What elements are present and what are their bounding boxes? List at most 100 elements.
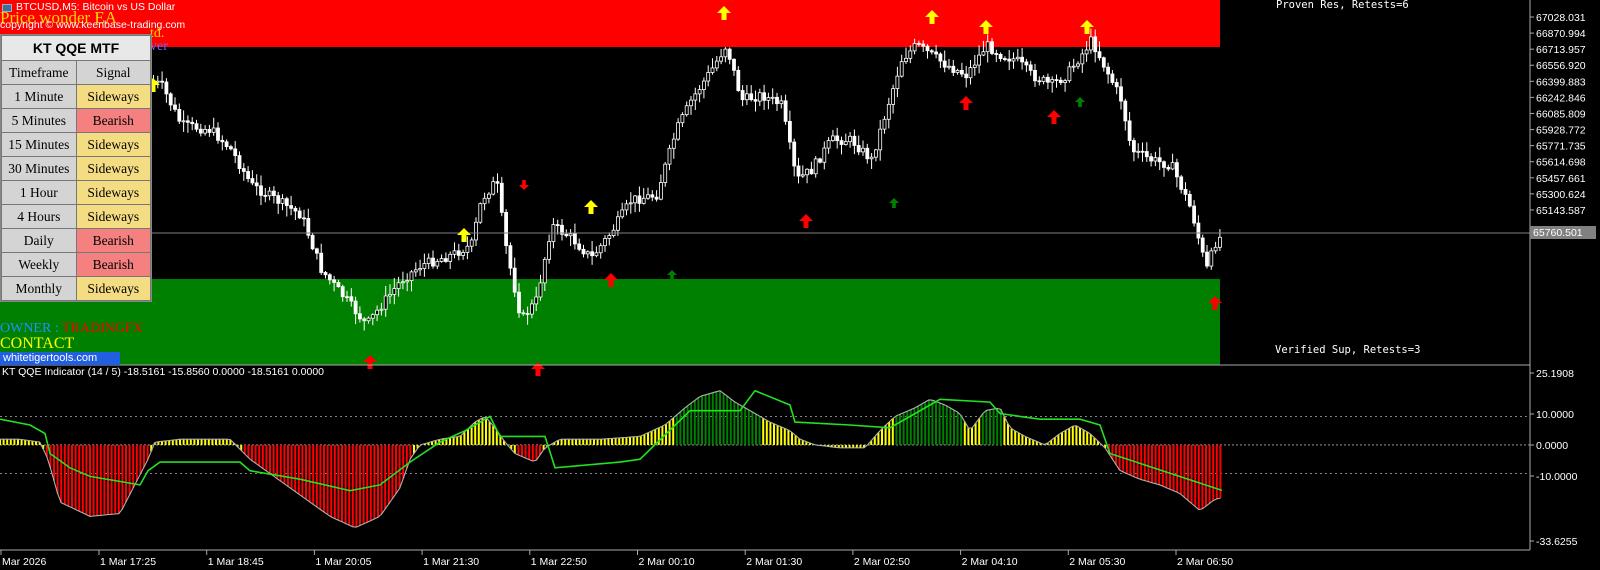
candle-body [332, 279, 337, 283]
candle-body [603, 238, 607, 247]
support-zone-label: Verified Sup, Retests=3 [1275, 344, 1420, 356]
candle-body [680, 114, 685, 124]
candle-body [1157, 157, 1162, 163]
candle-body [426, 257, 431, 264]
mtf-table: KT QQE MTF Timeframe Signal 1 Minute Side… [1, 35, 152, 301]
candle-body [740, 90, 745, 101]
candle-body [495, 181, 500, 184]
support-zone [0, 279, 1220, 365]
candle-body [826, 140, 831, 149]
price-label: 66713.957 [1536, 44, 1586, 56]
candle-body [861, 147, 865, 153]
candle-body [818, 158, 822, 163]
candle-body [1037, 80, 1042, 83]
mtf-signal-cell: Sideways [75, 276, 152, 301]
candle-body [934, 51, 938, 55]
candle-body [1136, 150, 1141, 153]
candle-body [482, 197, 487, 205]
candle-body [796, 165, 801, 177]
candle-body [538, 282, 543, 298]
candle-body [289, 205, 294, 209]
mtf-row: 1 Minute Sideways [1, 84, 152, 109]
candle-body [598, 245, 603, 254]
candle-body [517, 291, 521, 314]
candle-body [684, 105, 689, 116]
price-label: 65771.735 [1536, 141, 1586, 153]
time-label: 1 Mar 18:45 [208, 556, 264, 568]
candle-body [689, 99, 693, 107]
candle-body [848, 135, 852, 143]
mtf-signal-cell: Sideways [75, 204, 152, 229]
candle-body [302, 217, 306, 220]
price-label: 66242.846 [1536, 92, 1586, 104]
candle-body [813, 158, 818, 175]
candle-body [753, 99, 758, 102]
candle-body [297, 210, 302, 219]
candle-body [839, 140, 844, 145]
signal-header: Signal [75, 60, 152, 85]
candle-body [1149, 156, 1153, 162]
candle-body [822, 147, 827, 163]
candle-body [388, 293, 392, 297]
indicator-axis-label: 25.1908 [1536, 368, 1574, 380]
time-label: 2 Mar 04:10 [962, 556, 1018, 568]
candle-body [504, 211, 509, 247]
candle-body [366, 317, 371, 322]
price-label: 65143.587 [1536, 205, 1586, 217]
candle-body [1050, 79, 1055, 83]
candle-body [620, 209, 625, 218]
time-label: 2 Mar 05:30 [1069, 556, 1125, 568]
candle-body [271, 190, 276, 196]
candle-body [951, 65, 956, 73]
candle-body [912, 42, 917, 52]
time-label: 2 Mar 02:50 [854, 556, 910, 568]
candle-body [1196, 222, 1201, 239]
candle-body [1166, 167, 1171, 170]
mtf-timeframe-cell: Monthly [1, 276, 77, 301]
candle-body [194, 123, 199, 130]
candle-body [1132, 140, 1136, 153]
candle-body [259, 185, 263, 196]
candle-body [207, 129, 212, 133]
time-label: 1 Mar 22:50 [531, 556, 587, 568]
candle-body [185, 120, 190, 123]
candle-body [831, 135, 835, 141]
price-label: 65928.772 [1536, 125, 1586, 137]
candle-body [895, 75, 900, 90]
candle-body [719, 56, 723, 62]
candle-body [220, 139, 225, 143]
candle-body [641, 197, 646, 204]
time-label: 1 Mar 17:25 [100, 556, 156, 568]
website-link[interactable]: whitetigertools.com [0, 352, 120, 365]
candle-body [177, 108, 182, 122]
candle-body [697, 89, 702, 95]
time-label: 1 Mar 21:30 [423, 556, 479, 568]
price-label: 65457.661 [1536, 173, 1586, 185]
time-label: Mar 2026 [2, 556, 47, 568]
candle-body [994, 53, 999, 55]
candle-body [960, 69, 964, 75]
candle-body [237, 155, 242, 169]
candle-body [1140, 150, 1145, 153]
candle-body [276, 195, 281, 204]
candle-body [568, 233, 573, 237]
candle-body [431, 257, 435, 267]
candle-body [1110, 73, 1115, 83]
candle-body [534, 296, 539, 305]
indicator-axis-label: 0.0000 [1536, 440, 1568, 452]
candle-body [1187, 193, 1192, 207]
candle-body [327, 274, 332, 281]
candle-body [573, 233, 577, 245]
candle-body [1063, 80, 1067, 83]
candle-body [345, 296, 349, 299]
price-label: 65300.624 [1536, 189, 1586, 201]
current-price-label: 65760.501 [1533, 227, 1583, 239]
candle-body [198, 128, 203, 134]
candle-body [228, 146, 233, 150]
candle-body [1127, 120, 1132, 141]
mtf-signal-cell: Bearish [75, 228, 152, 253]
candle-body [1114, 82, 1119, 88]
candle-body [745, 93, 749, 101]
candle-body [1054, 79, 1059, 81]
candle-body [633, 195, 637, 204]
